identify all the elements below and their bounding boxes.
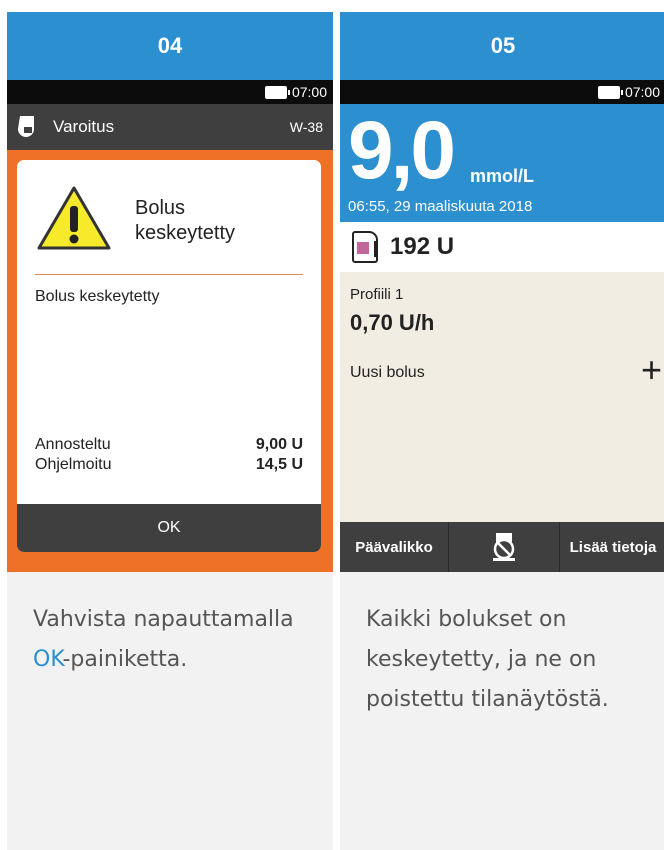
step-panel-05: 05 07:00 9,0 mmol/L 06:55, 29 maaliskuut…	[340, 12, 664, 850]
ok-link: OK	[33, 647, 63, 672]
battery-icon	[597, 85, 623, 99]
pump-warning-icon	[18, 116, 34, 137]
status-bar: 07:00	[7, 80, 333, 104]
warning-bar: Varoitus W-38	[7, 104, 333, 150]
stop-pump-icon	[493, 533, 515, 561]
step-panel-04: 04 07:00 Varoitus W-38 Bolus keskeytetty…	[7, 12, 333, 850]
status-area: Profiili 1 0,70 U/h Uusi bolus +	[340, 272, 664, 522]
status-time: 07:00	[624, 84, 660, 100]
glucose-unit: mmol/L	[470, 166, 535, 186]
reservoir-row[interactable]: 192 U	[340, 222, 664, 272]
step-caption: Vahvista napauttamalla OK-painiketta.	[33, 607, 294, 672]
warning-triangle-icon	[37, 186, 111, 250]
alert-background: Bolus keskeytetty Bolus keskeytetty Anno…	[7, 150, 333, 572]
step-number: 05	[340, 12, 664, 80]
ok-button[interactable]: OK	[17, 504, 321, 552]
profile-label: Profiili 1	[350, 286, 404, 303]
programmed-row: Ohjelmoitu 14,5 U	[35, 456, 303, 473]
more-info-button[interactable]: Lisää tietoja	[560, 522, 664, 572]
bottom-nav: Päävalikko Lisää tietoja	[340, 522, 664, 572]
warning-code: W-38	[289, 119, 323, 135]
device-screen: 07:00 9,0 mmol/L 06:55, 29 maaliskuuta 2…	[340, 80, 664, 572]
glucose-timestamp: 06:55, 29 maaliskuuta 2018	[348, 198, 533, 215]
step-caption: Kaikki bolukset on keskeytetty, ja ne on…	[366, 607, 609, 712]
plus-icon[interactable]: +	[641, 352, 662, 388]
delivered-row: Annosteltu 9,00 U	[35, 436, 303, 453]
main-menu-button[interactable]: Päävalikko	[340, 522, 449, 572]
status-bar: 07:00	[340, 80, 664, 104]
dialog-message: Bolus keskeytetty	[35, 288, 160, 305]
divider	[35, 274, 303, 275]
reservoir-amount: 192 U	[390, 233, 455, 260]
warning-dialog: Bolus keskeytetty Bolus keskeytetty Anno…	[17, 160, 321, 552]
dialog-title: Bolus keskeytetty	[135, 197, 236, 244]
battery-icon	[264, 85, 290, 99]
basal-rate: 0,70 U/h	[350, 310, 435, 335]
stop-pump-button[interactable]	[449, 522, 560, 572]
glucose-panel[interactable]: 9,0 mmol/L 06:55, 29 maaliskuuta 2018	[340, 104, 664, 222]
new-bolus-label[interactable]: Uusi bolus	[350, 364, 425, 382]
device-screen: 07:00 Varoitus W-38 Bolus keskeytetty Bo…	[7, 80, 333, 572]
step-number: 04	[7, 12, 333, 80]
warning-title: Varoitus	[53, 117, 115, 136]
cartridge-icon	[352, 231, 378, 263]
glucose-value: 9,0	[348, 105, 456, 196]
status-time: 07:00	[291, 84, 327, 100]
